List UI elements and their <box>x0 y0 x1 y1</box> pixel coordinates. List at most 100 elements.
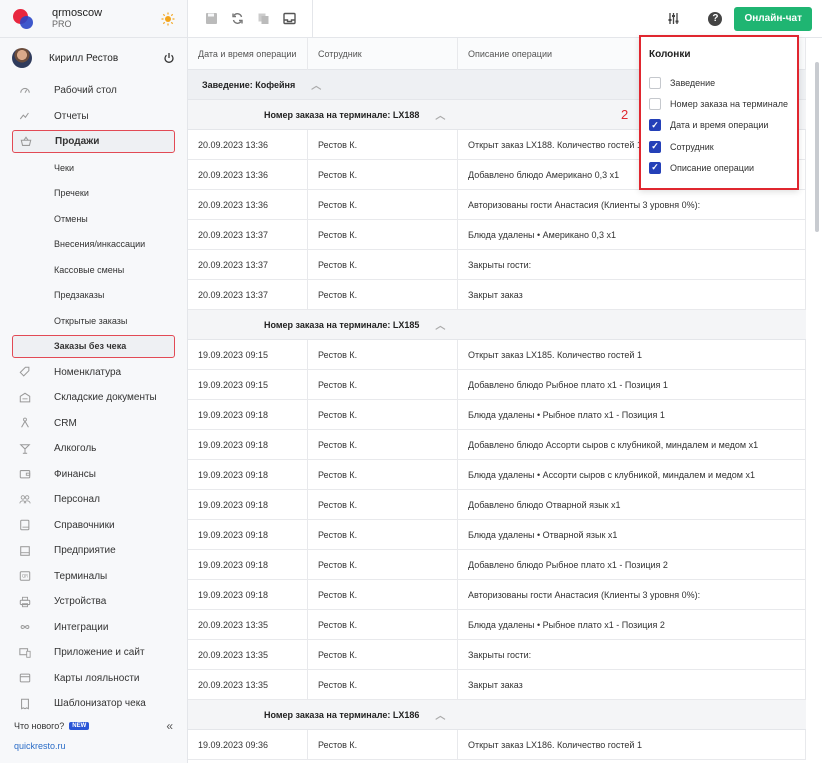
order-group-row[interactable]: Номер заказа на терминале: LX185 ︿ <box>188 310 806 340</box>
chevron-up-icon[interactable]: ︿ <box>311 77 321 92</box>
column-option[interactable]: Заведение <box>649 72 789 93</box>
table-row[interactable]: 19.09.2023 09:18 Рестов К. Добавлено блюдо… <box>188 429 806 460</box>
sidebar-subitem[interactable]: Чеки <box>0 155 187 181</box>
cell-description: Добавлено блюдо Рыбное плато x1 - Позици… <box>458 549 806 580</box>
sidebar-item[interactable]: Рабочий стол <box>0 78 187 104</box>
sidebar-subitem[interactable]: Внесения/инкассации <box>0 232 187 258</box>
cell-employee: Рестов К. <box>308 459 458 490</box>
sidebar-item[interactable]: Складские документы <box>0 385 187 411</box>
chevron-up-icon[interactable]: ︿ <box>435 317 445 332</box>
brand-header[interactable]: qrmoscow PRO <box>0 0 187 38</box>
sidebar-item-label: Предприятие <box>54 545 116 557</box>
brand-name: qrmoscow <box>52 6 103 19</box>
help-icon[interactable]: ? <box>708 11 723 26</box>
column-header-employee[interactable]: Сотрудник <box>308 37 458 70</box>
table-row[interactable]: 19.09.2023 09:18 Рестов К. Авторизованы го… <box>188 579 806 610</box>
table-row[interactable]: 19.09.2023 09:36 Рестов К. Открыт заказ LX… <box>188 729 806 760</box>
column-option[interactable]: Номер заказа на терминале <box>649 93 789 114</box>
table-row[interactable]: 20.09.2023 13:35 Рестов К. Закрыт заказ <box>188 669 806 700</box>
table-row[interactable]: 20.09.2023 13:37 Рестов К. Закрыт заказ <box>188 279 806 310</box>
chart-icon <box>18 109 32 123</box>
sidebar-item[interactable]: Предприятие <box>0 538 187 564</box>
sidebar-item[interactable]: Справочники <box>0 513 187 539</box>
sidebar-item[interactable]: Персонал <box>0 487 187 513</box>
sidebar-item-label: Заказы без чека <box>54 341 127 351</box>
sidebar-item[interactable]: Шаблонизатор чека <box>0 691 187 717</box>
table-row[interactable]: 19.09.2023 09:15 Рестов К. Добавлено блюдо… <box>188 369 806 400</box>
sidebar-subitem[interactable]: Отмены <box>0 206 187 232</box>
checkbox[interactable] <box>649 97 661 110</box>
cell-datetime: 19.09.2023 09:18 <box>188 459 308 490</box>
sidebar-item[interactable]: Приложение и сайт <box>0 640 187 666</box>
table-row[interactable]: 20.09.2023 13:35 Рестов К. Закрыты гости: <box>188 639 806 670</box>
checkbox[interactable] <box>649 76 661 89</box>
filter-settings-icon[interactable] <box>660 6 686 32</box>
refresh-icon[interactable] <box>224 6 250 32</box>
sidebar-item[interactable]: Карты лояльности <box>0 666 187 692</box>
power-icon[interactable] <box>163 52 175 64</box>
whats-new[interactable]: Что нового? NEW « <box>0 715 187 737</box>
warehouse-icon <box>18 391 32 405</box>
table-row[interactable]: 19.09.2023 09:18 Рестов К. Блюда удалены •… <box>188 399 806 430</box>
sidebar-item-label: Пречеки <box>54 188 89 199</box>
scrollbar-thumb[interactable] <box>815 62 819 232</box>
table-row[interactable]: 20.09.2023 13:37 Рестов К. Закрыты гости: <box>188 249 806 280</box>
column-option[interactable]: ✓ Описание операции <box>649 157 789 178</box>
sidebar-subitem[interactable]: Предзаказы <box>0 283 187 309</box>
sidebar: qrmoscow PRO Кирилл Рестов Рабочий стол О… <box>0 0 188 763</box>
chevron-up-icon[interactable]: ︿ <box>435 707 445 722</box>
cell-description: Авторизованы гости Анастасия (Клиенты 3 … <box>458 189 806 220</box>
sidebar-subitem[interactable]: Пречеки <box>0 181 187 207</box>
column-header-datetime[interactable]: Дата и время операции <box>188 37 308 70</box>
table-row[interactable]: 20.09.2023 13:37 Рестов К. Блюда удалены •… <box>188 219 806 250</box>
table-row[interactable]: 19.09.2023 09:18 Рестов К. Блюда удалены •… <box>188 519 806 550</box>
column-option-label: Номер заказа на терминале <box>670 98 788 109</box>
sidebar-item[interactable]: Финансы <box>0 462 187 488</box>
collapse-sidebar-icon[interactable]: « <box>166 719 173 733</box>
column-option[interactable]: ✓ Сотрудник <box>649 136 789 157</box>
sidebar-subitem[interactable]: Кассовые смены <box>0 257 187 283</box>
checkbox[interactable]: ✓ <box>649 119 661 132</box>
order-group-row[interactable]: Номер заказа на терминале: LX186 ︿ <box>188 700 806 730</box>
table-row[interactable]: 20.09.2023 13:35 Рестов К. Блюда удалены •… <box>188 609 806 640</box>
chevron-up-icon[interactable]: ︿ <box>435 107 445 122</box>
terminal-icon: QR <box>18 569 32 583</box>
sidebar-item[interactable]: CRM <box>0 411 187 437</box>
sidebar-item-label: Алкоголь <box>54 443 97 455</box>
sidebar-subitem[interactable]: Открытые заказы <box>0 308 187 334</box>
user-profile[interactable]: Кирилл Рестов <box>0 38 187 78</box>
site-link[interactable]: quickresto.ru <box>0 737 187 755</box>
save-icon[interactable] <box>198 6 224 32</box>
sidebar-item[interactable]: Отчеты <box>0 104 187 130</box>
sidebar-item[interactable]: Продажи <box>12 130 175 153</box>
sidebar-item-label: Продажи <box>55 136 100 147</box>
table-row[interactable]: 20.09.2023 13:36 Рестов К. Авторизованы го… <box>188 189 806 220</box>
column-option[interactable]: ✓ Дата и время операции <box>649 115 789 136</box>
annotation-marker-2: 2 <box>621 107 629 122</box>
sidebar-item[interactable]: Интеграции <box>0 615 187 641</box>
cell-datetime: 20.09.2023 13:35 <box>188 669 308 700</box>
cell-description: Закрыт заказ <box>458 279 806 310</box>
cell-datetime: 20.09.2023 13:36 <box>188 129 308 160</box>
sidebar-item[interactable]: Номенклатура <box>0 360 187 386</box>
sidebar-item[interactable]: Устройства <box>0 589 187 615</box>
copy-icon[interactable] <box>250 6 276 32</box>
inbox-icon[interactable] <box>276 6 302 32</box>
online-chat-button[interactable]: Онлайн-чат <box>734 6 812 31</box>
sidebar-item[interactable]: Алкоголь <box>0 436 187 462</box>
sidebar-item-label: Кассовые смены <box>54 264 125 275</box>
sidebar-item-label: Карты лояльности <box>54 672 140 684</box>
cell-employee: Рестов К. <box>308 609 458 640</box>
sidebar-subitem[interactable]: Заказы без чека <box>12 334 175 358</box>
checkbox[interactable]: ✓ <box>649 140 661 153</box>
sidebar-item[interactable]: QR Терминалы <box>0 564 187 590</box>
table-row[interactable]: 19.09.2023 09:18 Рестов К. Добавлено блюдо… <box>188 549 806 580</box>
table-row[interactable]: 19.09.2023 09:15 Рестов К. Открыт заказ LX… <box>188 339 806 370</box>
cell-employee: Рестов К. <box>308 729 458 760</box>
table-row[interactable]: 19.09.2023 09:18 Рестов К. Блюда удалены •… <box>188 459 806 490</box>
table-row[interactable]: 19.09.2023 09:18 Рестов К. Добавлено блюдо… <box>188 489 806 520</box>
sun-icon[interactable] <box>161 12 175 26</box>
checkbox[interactable]: ✓ <box>649 161 661 174</box>
cell-description: Блюда удалены • Отварной язык x1 <box>458 519 806 550</box>
brand-plan: PRO <box>52 18 72 29</box>
